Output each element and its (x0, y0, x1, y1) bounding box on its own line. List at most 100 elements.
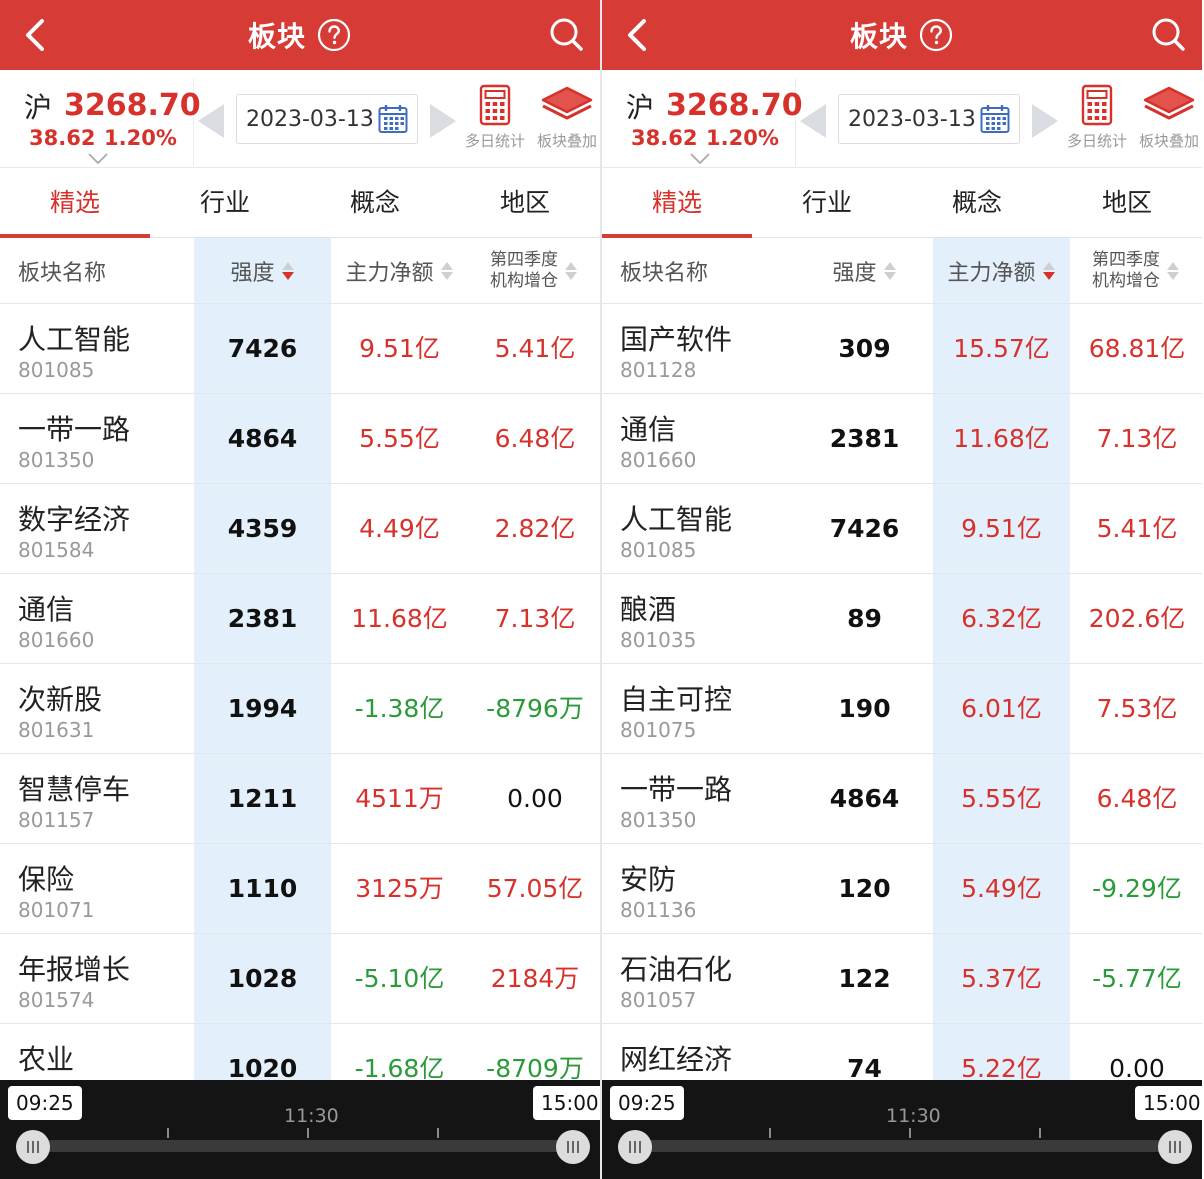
date-next-icon[interactable] (426, 100, 460, 142)
calendar-icon (980, 105, 1010, 133)
slider-start-handle[interactable] (618, 1130, 652, 1164)
table-row[interactable]: 安防 801136 120 5.49亿 -9.29亿 (602, 844, 1202, 934)
column-header-strength[interactable]: 强度 (796, 238, 933, 304)
q4-increase-value: -9.29亿 (1092, 874, 1182, 903)
main-fund-value: -5.10亿 (354, 964, 445, 993)
sector-name: 次新股 (18, 683, 103, 716)
multi-day-stats-button[interactable]: 多日统计 (460, 84, 530, 154)
search-icon[interactable] (1148, 14, 1190, 56)
table-row[interactable]: 通信 801660 2381 11.68亿 7.13亿 (0, 574, 600, 664)
chevron-down-icon[interactable] (86, 152, 110, 166)
column-header-q4-increase[interactable]: 第四季度 机构增仓 (468, 238, 600, 304)
index-name: 沪 (24, 91, 53, 124)
date-picker[interactable]: 2023-03-13 (236, 94, 418, 144)
sector-overlay-button[interactable]: 板块叠加 (1134, 84, 1202, 154)
strength-value: 1994 (227, 694, 298, 723)
sector-name: 人工智能 (18, 323, 131, 356)
slider-end-handle[interactable] (1158, 1130, 1192, 1164)
strength-value: 2381 (829, 424, 900, 453)
sector-name: 一带一路 (18, 413, 131, 446)
q4-increase-value: 57.05亿 (486, 874, 584, 903)
q4-increase-value: 7.13亿 (494, 604, 576, 633)
tab-1[interactable]: 行业 (150, 168, 300, 238)
table-row[interactable]: 保险 801071 1110 3125万 57.05亿 (0, 844, 600, 934)
date-prev-icon[interactable] (194, 100, 228, 142)
sector-name: 国产软件 (620, 323, 733, 356)
back-arrow-icon[interactable] (14, 14, 56, 56)
slider-end-handle[interactable] (556, 1130, 590, 1164)
q4-increase-value: -5.77亿 (1092, 964, 1182, 993)
tab-3[interactable]: 地区 (1052, 168, 1202, 238)
back-arrow-icon[interactable] (616, 14, 658, 56)
table-row[interactable]: 石油石化 801057 122 5.37亿 -5.77亿 (602, 934, 1202, 1024)
strength-value: 309 (838, 334, 891, 363)
date-picker[interactable]: 2023-03-13 (838, 94, 1020, 144)
screen-right: 板块 沪 3268.70 38.62 1.20% 2023-03-13 多日统计… (602, 0, 1202, 1179)
sector-code: 801631 (18, 718, 95, 742)
table-row[interactable]: 数字经济 801584 4359 4.49亿 2.82亿 (0, 484, 600, 574)
sector-name: 年报增长 (18, 953, 131, 986)
column-header-fund[interactable]: 主力净额 (331, 238, 468, 304)
slider-track[interactable] (636, 1140, 1176, 1152)
index-value: 3268.70 (64, 88, 201, 123)
table-row[interactable]: 国产软件 801128 309 15.57亿 68.81亿 (602, 304, 1202, 394)
tab-0[interactable]: 精选 (0, 168, 150, 238)
index-change: 38.62 (631, 126, 698, 150)
sector-overlay-button[interactable]: 板块叠加 (532, 84, 600, 154)
main-fund-value: 11.68亿 (351, 604, 448, 633)
sector-code: 801085 (620, 538, 697, 562)
tab-0[interactable]: 精选 (602, 168, 752, 238)
table-row[interactable]: 人工智能 801085 7426 9.51亿 5.41亿 (0, 304, 600, 394)
table-row[interactable]: 通信 801660 2381 11.68亿 7.13亿 (602, 394, 1202, 484)
help-icon[interactable] (918, 17, 954, 53)
table-row[interactable]: 年报增长 801574 1028 -5.10亿 2184万 (0, 934, 600, 1024)
page-title: 板块 (849, 20, 908, 53)
strength-value: 2381 (227, 604, 298, 633)
chevron-down-icon[interactable] (688, 152, 712, 166)
sector-name: 保险 (18, 863, 75, 896)
main-fund-value: 11.68亿 (953, 424, 1050, 453)
start-time-label: 09:25 (610, 1086, 684, 1120)
index-quote[interactable]: 沪 3268.70 38.62 1.20% (18, 78, 201, 166)
slider-track[interactable] (34, 1140, 574, 1152)
sector-code: 801660 (18, 628, 95, 652)
date-value: 2023-03-13 (246, 107, 374, 132)
end-time-label: 15:00 (1135, 1086, 1202, 1120)
index-quote[interactable]: 沪 3268.70 38.62 1.20% (620, 78, 803, 166)
category-tabs: 精选 行业 概念 地区 (0, 168, 600, 238)
table-row[interactable]: 一带一路 801350 4864 5.55亿 6.48亿 (0, 394, 600, 484)
strength-value: 1028 (227, 964, 298, 993)
main-fund-value: 4.49亿 (359, 514, 440, 543)
calculator-icon (479, 84, 511, 126)
index-bar: 沪 3268.70 38.62 1.20% 2023-03-13 多日统计 板块… (0, 70, 600, 168)
sector-name: 通信 (620, 413, 677, 446)
column-header-fund[interactable]: 主力净额 (933, 238, 1070, 304)
search-icon[interactable] (546, 14, 588, 56)
table-row[interactable]: 自主可控 801075 190 6.01亿 7.53亿 (602, 664, 1202, 754)
sector-code: 801660 (620, 448, 697, 472)
tab-3[interactable]: 地区 (450, 168, 600, 238)
column-header-q4-increase[interactable]: 第四季度 机构增仓 (1070, 238, 1202, 304)
main-fund-value: 6.01亿 (961, 694, 1042, 723)
tab-2[interactable]: 概念 (300, 168, 450, 238)
column-header-strength[interactable]: 强度 (194, 238, 331, 304)
sector-code: 801075 (620, 718, 697, 742)
table-row[interactable]: 酿酒 801035 89 6.32亿 202.6亿 (602, 574, 1202, 664)
slider-start-handle[interactable] (16, 1130, 50, 1164)
tab-1[interactable]: 行业 (752, 168, 902, 238)
table-row[interactable]: 智慧停车 801157 1211 4511万 0.00 (0, 754, 600, 844)
multi-day-stats-button[interactable]: 多日统计 (1062, 84, 1132, 154)
q4-increase-value: 7.13亿 (1096, 424, 1178, 453)
date-next-icon[interactable] (1028, 100, 1062, 142)
table-row[interactable]: 人工智能 801085 7426 9.51亿 5.41亿 (602, 484, 1202, 574)
sector-name: 智慧停车 (18, 773, 131, 806)
date-prev-icon[interactable] (796, 100, 830, 142)
help-icon[interactable] (316, 17, 352, 53)
sector-code: 801035 (620, 628, 697, 652)
sector-overlay-label: 板块叠加 (1138, 132, 1199, 150)
table-row[interactable]: 一带一路 801350 4864 5.55亿 6.48亿 (602, 754, 1202, 844)
table-row[interactable]: 次新股 801631 1994 -1.38亿 -8796万 (0, 664, 600, 754)
q4-increase-value: 6.48亿 (1096, 784, 1178, 813)
tab-2[interactable]: 概念 (902, 168, 1052, 238)
title-group: 板块 (0, 0, 600, 70)
